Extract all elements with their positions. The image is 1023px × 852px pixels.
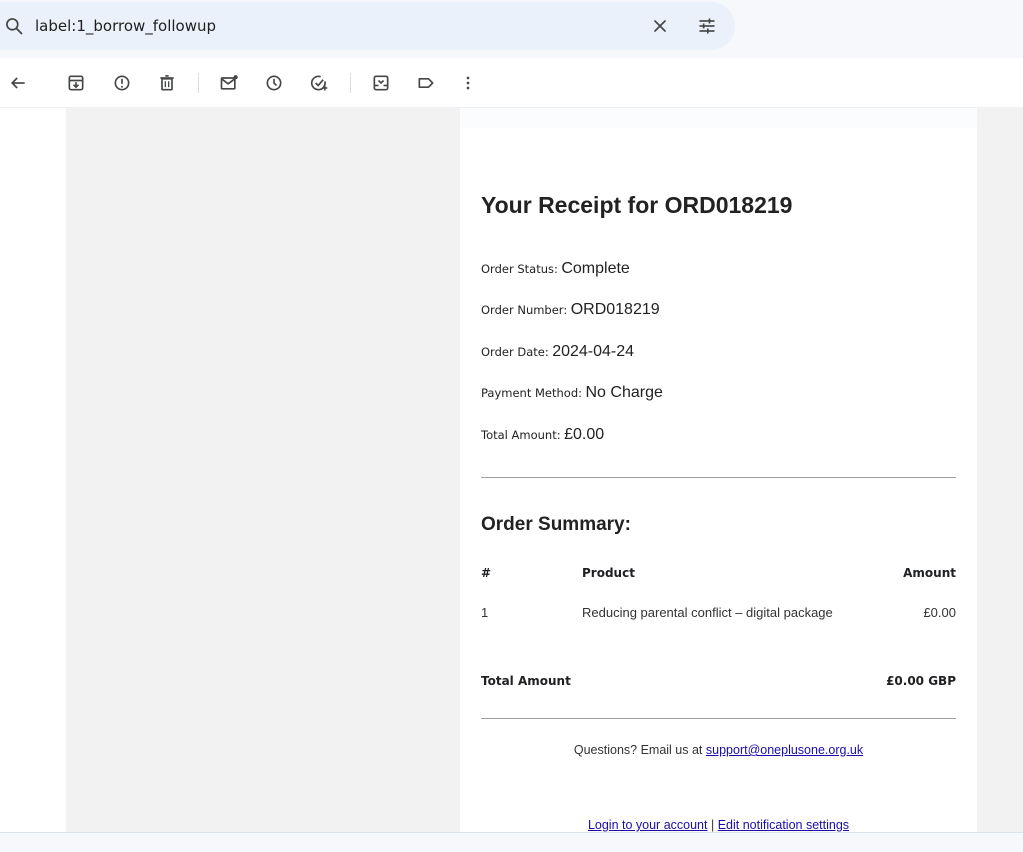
snooze-icon[interactable] (264, 73, 284, 93)
table-cell-amount: £0.00 (923, 605, 956, 620)
order-status-label: Order Status: (481, 262, 558, 276)
table-cell-number: 1 (481, 605, 489, 620)
link-divider: | (710, 818, 715, 832)
bottom-bar (0, 832, 1023, 852)
payment-method-row: Payment Method: No Charge (481, 384, 663, 402)
table-header-amount: Amount (903, 566, 956, 580)
table-total-label: Total Amount (481, 674, 571, 688)
order-status-row: Order Status: Complete (481, 260, 630, 278)
payment-method-value: No Charge (585, 384, 663, 401)
divider (481, 718, 956, 719)
mark-unread-icon[interactable] (219, 73, 239, 93)
message-content: Your Receipt for ORD018219 Order Status:… (0, 108, 1023, 832)
account-links-line: Login to your account | Edit notificatio… (460, 818, 977, 832)
toolbar-divider (198, 73, 199, 93)
receipt-title: Your Receipt for ORD018219 (481, 192, 793, 218)
tune-icon[interactable] (696, 16, 718, 36)
back-arrow-icon[interactable] (8, 73, 28, 93)
notification-settings-link[interactable]: Edit notification settings (718, 818, 849, 832)
email-background-right (977, 108, 1023, 832)
more-vert-icon[interactable] (458, 73, 478, 93)
table-header-product: Product (582, 566, 635, 580)
search-bar[interactable]: label:1_borrow_followup (0, 2, 735, 50)
archive-icon[interactable] (66, 73, 86, 93)
total-amount-value: £0.00 (564, 426, 605, 443)
order-date-value: 2024-04-24 (552, 343, 635, 360)
table-cell-product: Reducing parental conflict – digital pac… (582, 605, 833, 620)
close-icon[interactable] (650, 16, 670, 36)
search-query[interactable]: label:1_borrow_followup (35, 17, 216, 35)
questions-text: Questions? Email us at (573, 743, 703, 757)
order-status-value: Complete (561, 260, 630, 277)
order-date-label: Order Date: (481, 345, 549, 359)
order-number-label: Order Number: (481, 303, 568, 317)
email-background-left (66, 108, 460, 832)
total-amount-label: Total Amount: (481, 428, 561, 442)
add-task-icon[interactable] (309, 73, 329, 93)
message-toolbar (0, 58, 1023, 108)
report-spam-icon[interactable] (112, 73, 132, 93)
email-top-band (460, 108, 977, 128)
order-date-row: Order Date: 2024-04-24 (481, 343, 634, 361)
top-bar: label:1_borrow_followup (0, 0, 1023, 58)
order-number-row: Order Number: ORD018219 (481, 301, 660, 319)
delete-icon[interactable] (157, 73, 177, 93)
support-email-link[interactable]: support@oneplusone.org.uk (706, 743, 863, 757)
table-total-value: £0.00 GBP (886, 674, 956, 688)
login-link[interactable]: Login to your account (588, 818, 708, 832)
divider (481, 477, 956, 478)
toolbar-divider (350, 73, 351, 93)
order-summary-heading: Order Summary: (481, 514, 631, 535)
search-icon[interactable] (4, 16, 24, 36)
table-header-number: # (481, 566, 492, 580)
total-amount-row: Total Amount: £0.00 (481, 426, 604, 444)
questions-line: Questions? Email us at support@onepluson… (460, 743, 977, 757)
label-icon[interactable] (416, 73, 436, 93)
payment-method-label: Payment Method: (481, 386, 583, 400)
receipt-email-body: Your Receipt for ORD018219 Order Status:… (460, 108, 977, 832)
move-to-icon[interactable] (371, 73, 391, 93)
order-number-value: ORD018219 (570, 301, 660, 318)
